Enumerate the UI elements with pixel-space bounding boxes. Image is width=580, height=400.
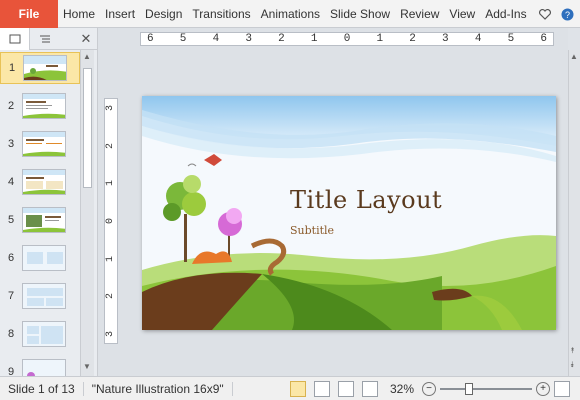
ruler-tick-label: 2 [278, 33, 285, 45]
slide-sorter-view-icon[interactable] [313, 380, 330, 397]
ruler-tick-label: 1 [104, 255, 116, 262]
ruler-tick-label: 6 [147, 33, 154, 45]
slide-subtitle[interactable]: Subtitle [290, 224, 334, 237]
ruler-tick-label: 1 [310, 33, 318, 45]
tab-add-ins[interactable]: Add-Ins [480, 0, 531, 28]
file-tab[interactable]: File [0, 0, 58, 28]
reading-view-icon[interactable] [337, 380, 354, 397]
slide-number: 1 [8, 62, 16, 74]
slide-preview [22, 93, 66, 119]
slide-thumbnail-4[interactable]: 4 [0, 166, 80, 198]
slide-thumbnail-9[interactable]: 9 [0, 356, 80, 376]
fit-to-window-icon[interactable] [554, 380, 570, 397]
scroll-up-icon[interactable]: ▲ [83, 52, 91, 61]
ruler-tick-label: 5 [507, 33, 515, 45]
scroll-up-icon[interactable]: ▲ [570, 52, 578, 61]
tab-transitions[interactable]: Transitions [187, 0, 255, 28]
normal-view-icon[interactable] [289, 380, 306, 397]
ruler-tick-label: 4 [474, 33, 482, 45]
status-bar: Slide 1 of 13 "Nature Illustration 16x9"… [0, 376, 580, 400]
slide-preview [22, 359, 66, 376]
outline-view-icon [40, 35, 50, 42]
zoom-level[interactable]: 32% [386, 382, 418, 396]
slide-number: 3 [7, 138, 15, 150]
slide-preview [22, 131, 66, 157]
tab-insert[interactable]: Insert [100, 0, 140, 28]
slide-title[interactable]: Title Layout [290, 186, 442, 214]
slide-number: 6 [7, 252, 15, 264]
zoom-slider-knob[interactable] [465, 382, 474, 395]
divider [231, 381, 233, 396]
slide-number: 2 [7, 100, 15, 112]
slide-number: 9 [7, 366, 15, 376]
slide-preview [22, 169, 66, 195]
slide-thumbnail-2[interactable]: 2 [0, 90, 80, 122]
zoom-out-icon[interactable]: − [422, 381, 436, 396]
ruler-tick-label: 2 [409, 33, 416, 45]
ribbon-tab-bar: File Home Insert Design Transitions Anim… [0, 0, 580, 28]
ruler-tick-label: 3 [104, 330, 116, 337]
prev-slide-icon[interactable]: ⯭ [570, 346, 575, 356]
slide-show-icon[interactable] [361, 380, 378, 397]
ruler-tick-label: 3 [104, 104, 116, 112]
slide-preview [22, 207, 66, 233]
ruler-tick-label: 3 [442, 33, 449, 45]
scrollbar-thumb[interactable] [83, 68, 92, 188]
slide-thumbnail-6[interactable]: 6 [0, 242, 80, 274]
scroll-down-icon[interactable]: ▼ [83, 362, 91, 371]
slide-thumbnail-5[interactable]: 5 [0, 204, 80, 236]
slide-thumbnail-3[interactable]: 3 [0, 128, 80, 160]
slide-preview [22, 245, 66, 271]
view-and-zoom-controls: 32% − + [289, 380, 580, 397]
thumbnail-scrollbar[interactable]: ▲ ▼ [80, 50, 94, 376]
zoom-slider[interactable] [440, 382, 532, 395]
tab-design[interactable]: Design [140, 0, 187, 28]
slide-preview [22, 321, 66, 347]
horizontal-ruler: 6 5 4 3 2 1 0 1 2 3 4 5 6 [140, 32, 554, 46]
slides-pane-header: ✕ [0, 27, 98, 50]
next-slide-icon[interactable]: ⯯ [570, 360, 575, 370]
svg-text:?: ? [564, 10, 569, 20]
ruler-tick-label: 2 [104, 293, 116, 300]
tab-animations[interactable]: Animations [256, 0, 325, 28]
ruler-tick-label: 6 [540, 33, 547, 45]
ruler-tick-label: 3 [245, 33, 252, 45]
help-icon[interactable]: ? [560, 7, 574, 21]
outline-tab[interactable] [30, 28, 60, 50]
ruler-tick-label: 5 [179, 33, 187, 45]
slide-preview [22, 283, 66, 309]
ruler-tick-label: 4 [212, 33, 220, 45]
tab-home[interactable]: Home [58, 0, 100, 28]
close-pane-button[interactable]: ✕ [75, 31, 97, 47]
tab-view[interactable]: View [444, 0, 480, 28]
slide-preview [23, 55, 67, 81]
theme-name[interactable]: "Nature Illustration 16x9" [84, 382, 232, 396]
ruler-tick-label: 0 [104, 217, 116, 224]
slide-thumbnail-1[interactable]: 1 [0, 52, 80, 84]
ruler-tick-label: 1 [104, 180, 116, 187]
slides-tab[interactable] [0, 27, 30, 50]
slide-number: 5 [7, 214, 15, 226]
tab-slide-show[interactable]: Slide Show [325, 0, 395, 28]
ruler-tick-label: 1 [376, 33, 384, 45]
slides-view-icon [9, 34, 20, 43]
heart-icon[interactable] [538, 7, 552, 21]
vertical-ruler: 3 2 1 0 1 2 3 [104, 98, 118, 344]
slide-counter: Slide 1 of 13 [8, 381, 75, 396]
slide-thumbnail-7[interactable]: 7 [0, 280, 80, 312]
tab-review[interactable]: Review [395, 0, 444, 28]
slide-number: 8 [7, 328, 15, 340]
slide-editing-area: 6 5 4 3 2 1 0 1 2 3 4 5 6 3 2 1 0 1 2 3 [98, 28, 568, 376]
slide-canvas[interactable]: Title Layout Subtitle [142, 96, 556, 330]
slide-number: 7 [7, 290, 15, 302]
ruler-tick-label: 0 [343, 33, 351, 45]
slide-number: 4 [7, 176, 15, 188]
slide-thumbnail-8[interactable]: 8 [0, 318, 80, 350]
ruler-tick-label: 2 [104, 142, 116, 149]
ribbon-right-icons: ? [538, 0, 580, 28]
slide-scrollbar[interactable]: ▲ ⯭ ⯯ [568, 50, 580, 376]
ribbon-tabs: Home Insert Design Transitions Animation… [58, 0, 532, 28]
zoom-in-icon[interactable]: + [536, 381, 550, 396]
